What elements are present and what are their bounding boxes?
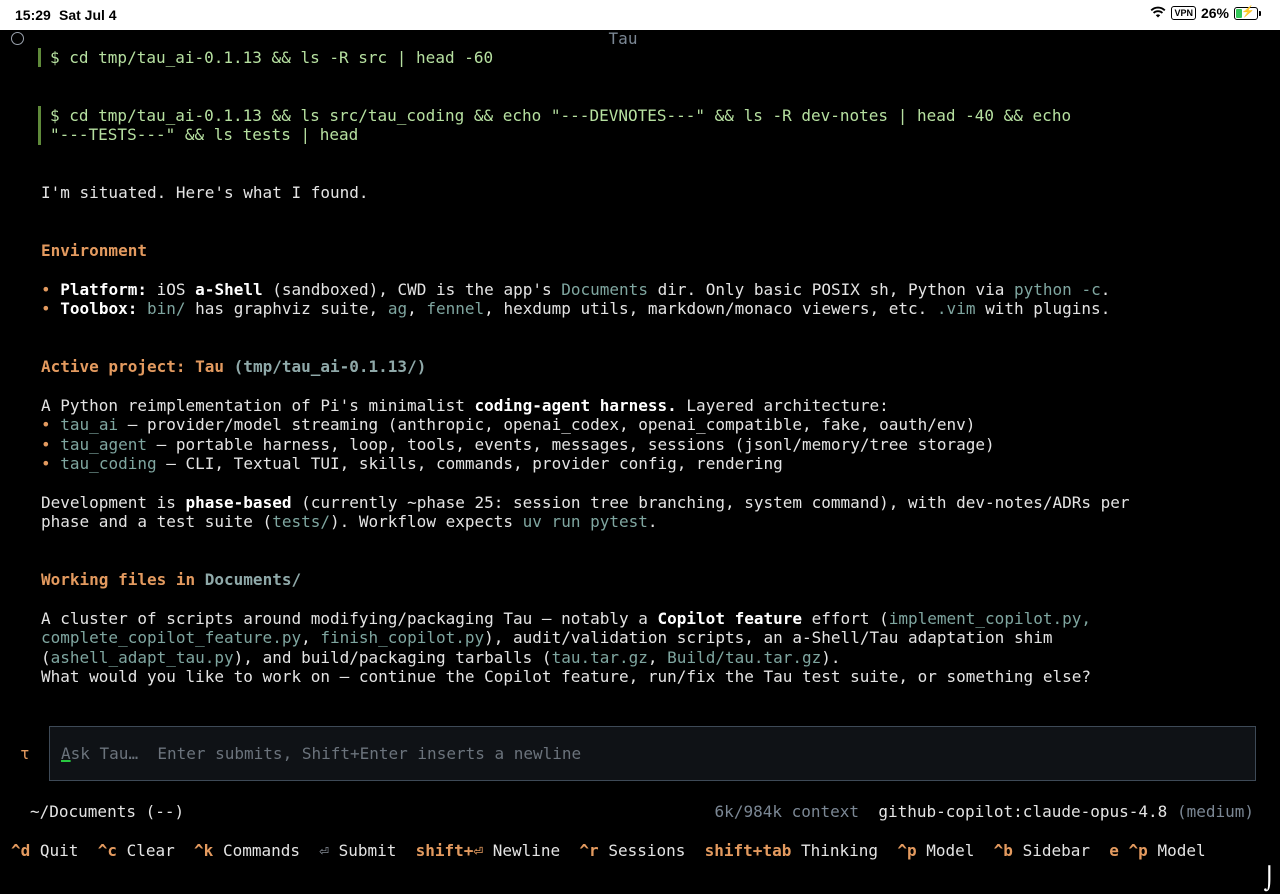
list-item: • tau_ai — provider/model streaming (ant… (41, 415, 976, 434)
key-thinking[interactable]: shift+tab Thinking (705, 841, 878, 860)
vpn-badge: VPN (1171, 6, 1196, 20)
platform-bullet: • Platform: iOS a-Shell (sandboxed), CWD… (41, 280, 1111, 299)
effort-level: (medium) (1176, 802, 1254, 821)
model-context-info: 6k/984k context github-copilot:claude-op… (715, 802, 1254, 821)
key-truncated[interactable]: e (1109, 841, 1119, 860)
status-right-group: VPN 26% ⚡ (1150, 5, 1261, 21)
command-block-2: $ cd tmp/tau_ai-0.1.13 && ls src/tau_cod… (38, 106, 1071, 145)
battery-percent: 26% (1200, 5, 1229, 21)
command-text: $ cd tmp/tau_ai-0.1.13 && ls src/tau_cod… (50, 106, 1072, 125)
resize-corner-icon: ⌡ (1262, 867, 1276, 892)
intro-text: I'm situated. Here's what I found. (41, 183, 369, 202)
working-files-heading: Working files in Documents/ (41, 570, 302, 589)
cwd-indicator: ~/Documents (--) (30, 802, 185, 821)
command-text-continued: "---TESTS---" && ls tests | head (50, 125, 359, 145)
working-paragraph: A cluster of scripts around modifying/pa… (41, 609, 1092, 628)
ask-input-placeholder: Ask Tau… Enter submits, Shift+Enter inse… (61, 744, 582, 763)
bullet-icon: • (41, 454, 51, 473)
command-text: $ cd tmp/tau_ai-0.1.13 && ls -R src | he… (50, 48, 494, 67)
key-model-2[interactable]: ^p Model (1129, 841, 1206, 860)
key-clear[interactable]: ^c Clear (98, 841, 175, 860)
list-item: • tau_agent — portable harness, loop, to… (41, 435, 995, 454)
development-paragraph: Development is phase-based (currently ~p… (41, 493, 1130, 512)
bullet-icon: • (41, 435, 51, 454)
development-paragraph-continued: phase and a test suite (tests/). Workflo… (41, 512, 658, 531)
keybinding-bar: ^d Quit ^c Clear ^k Commands ⏎ Submit sh… (11, 841, 1206, 860)
project-description: A Python reimplementation of Pi's minima… (41, 396, 889, 415)
key-newline[interactable]: shift+⏎ Newline (416, 841, 561, 860)
model-name[interactable]: github-copilot:claude-opus-4.8 (878, 802, 1167, 821)
window-title: Tau (608, 29, 638, 48)
key-quit[interactable]: ^d Quit (11, 841, 78, 860)
command-block-1: $ cd tmp/tau_ai-0.1.13 && ls -R src | he… (38, 48, 494, 68)
battery-charging-icon: ⚡ (1234, 6, 1261, 20)
bullet-icon: • (41, 415, 51, 434)
status-time: 15:29 (15, 7, 51, 23)
key-model[interactable]: ^p Model (897, 841, 974, 860)
tau-prompt-icon: τ (20, 744, 30, 763)
enter-icon: ⏎ (319, 841, 329, 860)
key-submit[interactable]: ⏎ Submit (319, 841, 396, 860)
ask-input[interactable]: Ask Tau… Enter submits, Shift+Enter inse… (49, 726, 1256, 781)
key-sidebar[interactable]: ^b Sidebar (994, 841, 1090, 860)
bullet-icon: • (41, 299, 51, 318)
key-commands[interactable]: ^k Commands (194, 841, 300, 860)
ios-status-bar: 15:29 Sat Jul 4 VPN 26% ⚡ (0, 0, 1280, 30)
status-date: Sat Jul 4 (59, 7, 117, 23)
wifi-icon (1150, 6, 1166, 21)
environment-heading: Environment (41, 241, 147, 260)
project-heading: Active project: Tau (tmp/tau_ai-0.1.13/) (41, 357, 427, 376)
toolbox-bullet: • Toolbox: bin/ has graphviz suite, ag, … (41, 299, 1111, 318)
context-usage: 6k/984k context (714, 802, 860, 821)
assistant-question: What would you like to work on — continu… (41, 667, 1091, 686)
list-item: • tau_coding — CLI, Textual TUI, skills,… (41, 454, 783, 473)
working-paragraph-line-3: (ashell_adapt_tau.py), and build/packagi… (41, 648, 841, 667)
working-paragraph-line-2: complete_copilot_feature.py, finish_copi… (41, 628, 1053, 647)
bullet-icon: • (41, 280, 51, 299)
key-sessions[interactable]: ^r Sessions (579, 841, 685, 860)
cursor-char: A (61, 744, 71, 763)
